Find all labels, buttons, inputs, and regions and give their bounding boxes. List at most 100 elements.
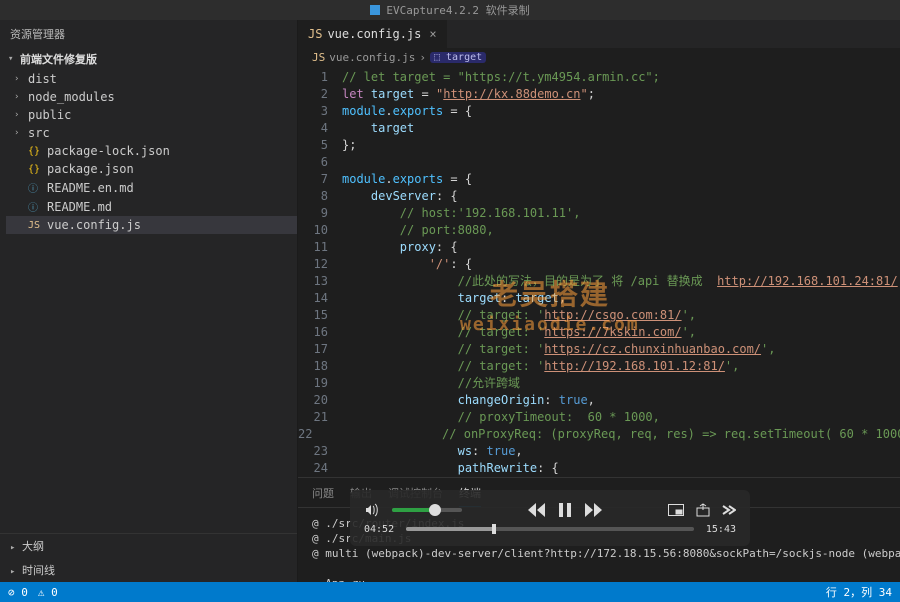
code-line: // target: 'https://cz.chunxinhuanbao.co… xyxy=(342,341,776,358)
file-tree: ›dist›node_modules›public›src{}package-l… xyxy=(0,70,297,234)
line-number: 6 xyxy=(298,154,342,171)
file-type-icon: {} xyxy=(28,164,42,175)
current-time: 04:52 xyxy=(364,524,394,535)
line-number: 21 xyxy=(298,409,342,426)
code-line: target: target, xyxy=(342,290,566,307)
code-line: pathRewrite: { xyxy=(342,460,559,477)
code-line: ws: true, xyxy=(342,443,523,460)
file-type-icon: JS xyxy=(28,220,42,231)
line-number: 1 xyxy=(298,69,342,86)
code-line: //此处的写法，目的是为了 将 /api 替换成 http://192.168.… xyxy=(342,273,898,290)
code-line: // onProxyReq: (proxyReq, req, res) => r… xyxy=(326,426,900,443)
line-number: 24 xyxy=(298,460,342,477)
line-number: 4 xyxy=(298,120,342,137)
file-label: package.json xyxy=(47,162,134,176)
line-number: 11 xyxy=(298,239,342,256)
code-line: // host:'192.168.101.11', xyxy=(342,205,580,222)
file-item[interactable]: ⓘREADME.en.md xyxy=(6,178,297,197)
file-label: package-lock.json xyxy=(47,144,170,158)
folder-item[interactable]: › public xyxy=(6,106,297,124)
code-line: //允许跨域 xyxy=(342,375,520,392)
forward-button[interactable] xyxy=(585,503,603,517)
file-label: vue.config.js xyxy=(47,218,141,232)
file-item[interactable]: JS vue.config.js xyxy=(6,216,297,234)
volume-slider[interactable] xyxy=(392,508,462,512)
timeline-section[interactable]: ▸时间线 xyxy=(0,558,297,582)
file-type-icon: ⓘ xyxy=(28,199,42,214)
breadcrumb[interactable]: JS vue.config.js › ⬚ target xyxy=(298,48,900,67)
breadcrumb-file: vue.config.js xyxy=(329,51,415,64)
line-number: 7 xyxy=(298,171,342,188)
volume-icon[interactable] xyxy=(364,502,380,518)
file-type-icon: ⓘ xyxy=(28,180,42,195)
folder-label: src xyxy=(28,126,50,140)
status-bar: ⊘ 0 ⚠ 0 行 2，列 34 xyxy=(0,582,900,602)
folder-item[interactable]: ›node_modules xyxy=(6,88,297,106)
close-icon[interactable]: × xyxy=(429,27,436,41)
outline-section[interactable]: ▸大纲 xyxy=(0,534,297,558)
file-item[interactable]: {} package.json xyxy=(6,160,297,178)
line-number: 18 xyxy=(298,358,342,375)
line-number: 15 xyxy=(298,307,342,324)
explorer-sidebar: 资源管理器 ▾ 前端文件修复版 ›dist›node_modules›publi… xyxy=(0,20,298,582)
code-line: module.exports = { xyxy=(342,103,472,120)
chevron-down-icon: ▾ xyxy=(8,54,16,64)
pip-icon[interactable] xyxy=(668,504,684,516)
pause-button[interactable] xyxy=(557,502,573,518)
line-number: 19 xyxy=(298,375,342,392)
js-file-icon: JS xyxy=(312,51,325,64)
rewind-button[interactable] xyxy=(527,503,545,517)
line-number: 9 xyxy=(298,205,342,222)
line-number: 17 xyxy=(298,341,342,358)
folder-item[interactable]: ›dist xyxy=(6,70,297,88)
status-errors[interactable]: ⊘ 0 xyxy=(8,586,28,599)
folder-item[interactable]: › src xyxy=(6,124,297,142)
tab-vue-config[interactable]: JS vue.config.js × xyxy=(298,20,447,48)
folder-label: dist xyxy=(28,72,57,86)
line-number: 2 xyxy=(298,86,342,103)
chevron-right-icon: › xyxy=(419,51,426,64)
duration: 15:43 xyxy=(706,524,736,535)
line-number: 3 xyxy=(298,103,342,120)
window-titlebar: EVCapture4.2.2 软件录制 xyxy=(0,0,900,20)
explorer-title: 资源管理器 xyxy=(0,20,297,48)
code-line: }; xyxy=(342,137,356,154)
line-number: 12 xyxy=(298,256,342,273)
code-line: target xyxy=(342,120,414,137)
line-number: 22 xyxy=(298,426,326,443)
code-editor[interactable]: 1// let target = "https://t.ym4954.armin… xyxy=(298,67,900,477)
project-folder-header[interactable]: ▾ 前端文件修复版 xyxy=(0,48,297,70)
media-player-overlay: 04:52 15:43 xyxy=(350,490,750,546)
code-line: // target: 'http://192.168.101.12:81/', xyxy=(342,358,739,375)
breadcrumb-symbol: ⬚ target xyxy=(430,52,486,63)
chevron-right-icon: › xyxy=(14,110,24,120)
line-number: 8 xyxy=(298,188,342,205)
chevron-right-icon: › xyxy=(14,128,24,138)
line-number: 10 xyxy=(298,222,342,239)
tab-label: vue.config.js xyxy=(327,27,421,41)
line-number: 5 xyxy=(298,137,342,154)
code-line: // port:8080, xyxy=(342,222,494,239)
line-number: 23 xyxy=(298,443,342,460)
status-warnings[interactable]: ⚠ 0 xyxy=(38,586,58,599)
tab-problems[interactable]: 问题 xyxy=(312,482,334,507)
code-line: proxy: { xyxy=(342,239,458,256)
app-icon xyxy=(370,5,380,15)
code-line: devServer: { xyxy=(342,188,458,205)
cursor-position[interactable]: 行 2，列 34 xyxy=(826,584,892,600)
more-icon[interactable] xyxy=(722,505,736,515)
titlebar-text: EVCapture4.2.2 软件录制 xyxy=(386,2,529,18)
code-line: module.exports = { xyxy=(342,171,472,188)
folder-label: node_modules xyxy=(28,90,115,104)
code-line: // target: 'https://7kskin.com/', xyxy=(342,324,696,341)
file-item[interactable]: ⓘREADME.md xyxy=(6,197,297,216)
seek-slider[interactable] xyxy=(406,527,694,531)
share-icon[interactable] xyxy=(696,503,710,517)
code-line: changeOrigin: true, xyxy=(342,392,595,409)
folder-label: public xyxy=(28,108,71,122)
line-number: 16 xyxy=(298,324,342,341)
file-item[interactable]: {}package-lock.json xyxy=(6,142,297,160)
line-number: 20 xyxy=(298,392,342,409)
project-name: 前端文件修复版 xyxy=(20,51,97,67)
line-number: 13 xyxy=(298,273,342,290)
